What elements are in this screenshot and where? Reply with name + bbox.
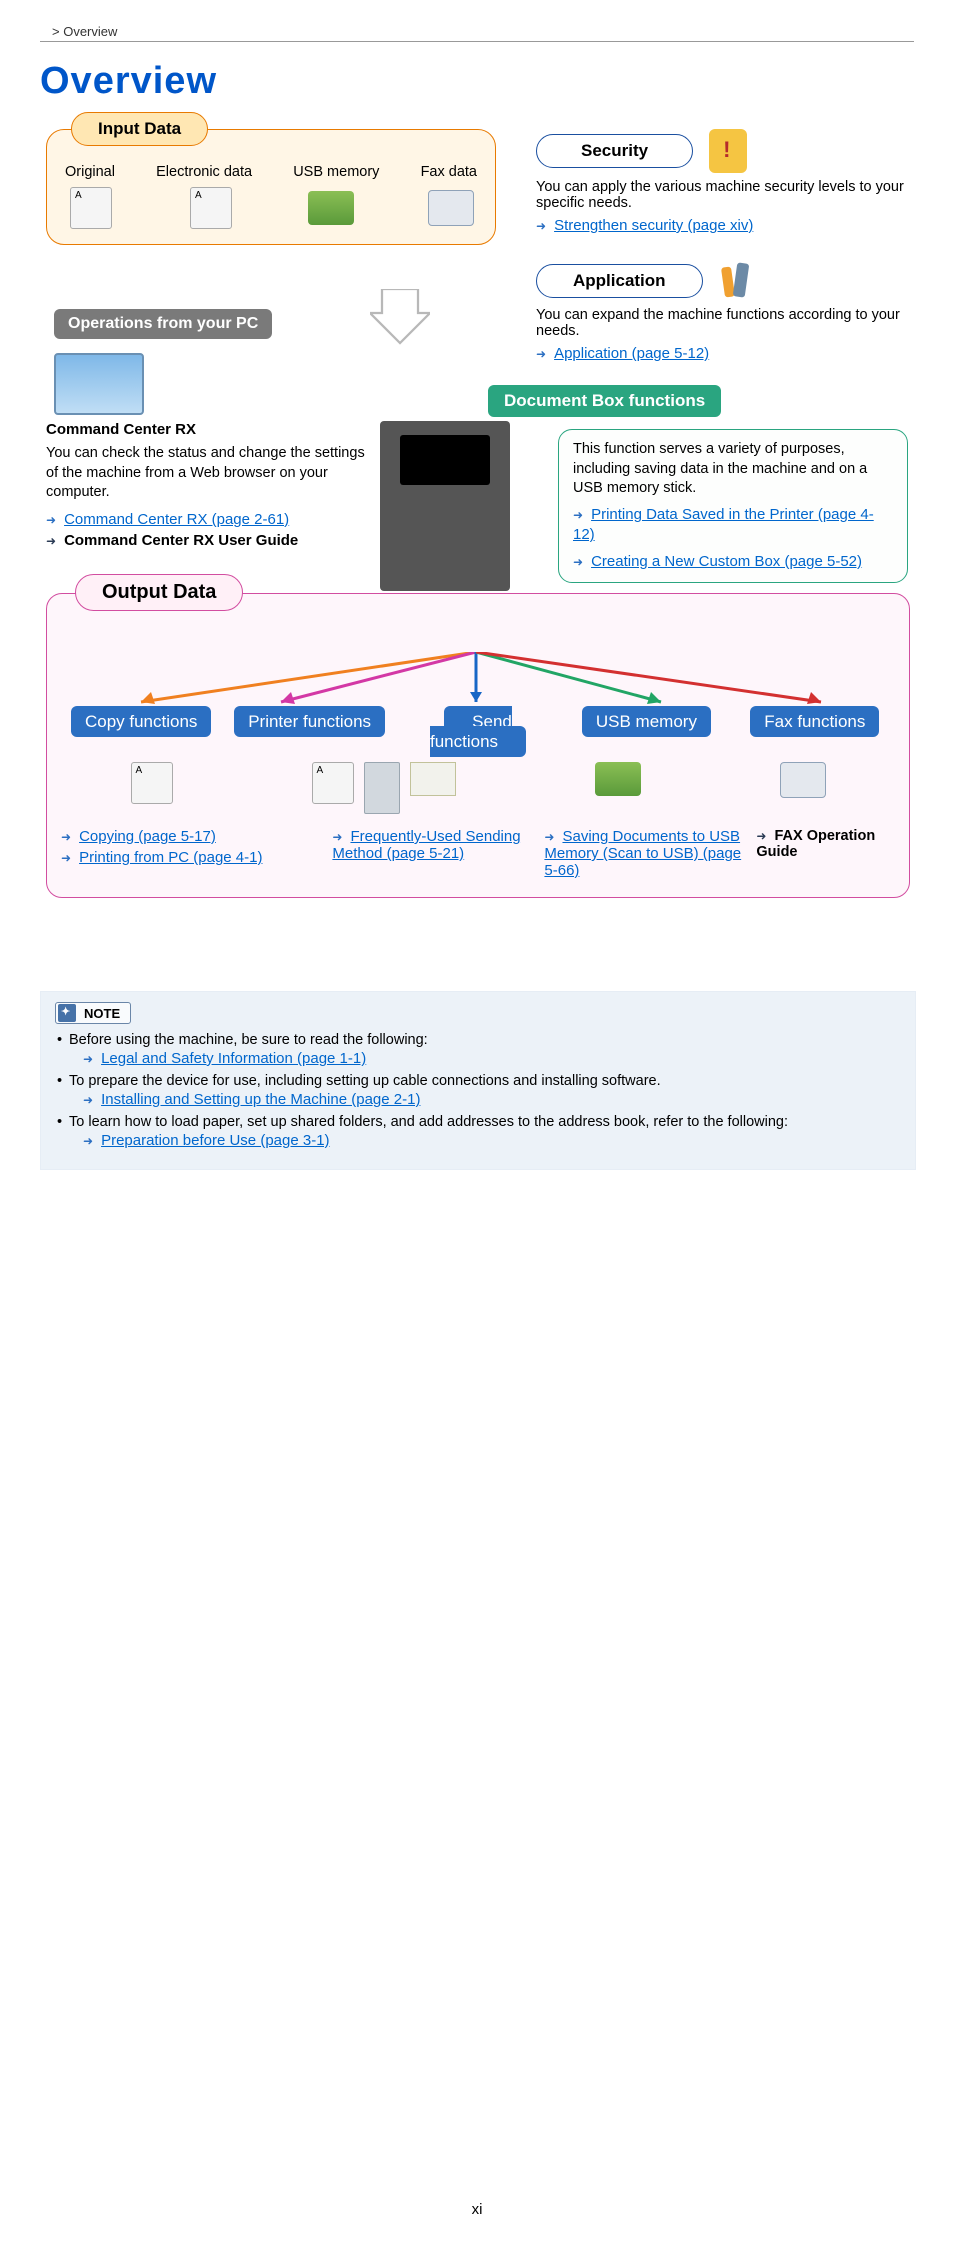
- input-col-electronic: Electronic data: [156, 164, 252, 180]
- note-icon: [58, 1004, 76, 1022]
- divider: [40, 41, 914, 42]
- note-link-install[interactable]: Installing and Setting up the Machine (p…: [101, 1091, 420, 1108]
- breadcrumb: > Overview: [40, 24, 914, 39]
- note-link-legal[interactable]: Legal and Safety Information (page 1-1): [101, 1050, 366, 1067]
- note-item-2: To prepare the device for use, including…: [69, 1073, 661, 1089]
- padlock-icon: [709, 129, 747, 173]
- input-col-fax: Fax data: [421, 164, 477, 180]
- note-block: NOTE Before using the machine, be sure t…: [40, 991, 916, 1170]
- out-fax-guide: FAX Operation Guide: [756, 828, 875, 860]
- command-center-group: Command Center RX You can check the stat…: [46, 421, 366, 553]
- mfp-machine-icon: [380, 421, 510, 591]
- monitor-icon: [54, 353, 144, 415]
- operations-pc-group: Operations from your PC: [54, 309, 272, 415]
- application-group: Application You can expand the machine f…: [536, 261, 906, 362]
- electronic-doc-icon: [190, 187, 232, 229]
- application-link[interactable]: Application (page 5-12): [554, 345, 709, 362]
- cc-title: Command Center RX: [46, 421, 366, 438]
- fax-icon: [428, 190, 474, 226]
- func-usb: USB memory: [582, 706, 711, 737]
- tools-icon: [719, 261, 751, 301]
- input-data-group: Input Data Original Electronic data USB …: [46, 129, 496, 245]
- application-desc: You can expand the machine functions acc…: [536, 307, 906, 339]
- note-label: NOTE: [84, 1006, 120, 1021]
- document-icon: [70, 187, 112, 229]
- note-link-prep[interactable]: Preparation before Use (page 3-1): [101, 1132, 329, 1149]
- note-item-3: To learn how to load paper, set up share…: [69, 1114, 788, 1130]
- cc-link-page[interactable]: Command Center RX (page 2-61): [64, 511, 289, 528]
- page-title: Overview: [40, 60, 914, 103]
- input-col-usb: USB memory: [293, 164, 379, 180]
- server-icon: [364, 762, 400, 814]
- docbox-desc: This function serves a variety of purpos…: [573, 440, 893, 499]
- out-link-usb[interactable]: Saving Documents to USB Memory (Scan to …: [544, 828, 741, 879]
- security-desc: You can apply the various machine securi…: [536, 179, 906, 211]
- input-col-original: Original: [65, 164, 115, 180]
- cc-desc: You can check the status and change the …: [46, 444, 366, 503]
- cc-user-guide: Command Center RX User Guide: [64, 532, 298, 549]
- mail-icon: [410, 762, 456, 796]
- application-heading: Application: [536, 264, 703, 298]
- security-group: Security You can apply the various machi…: [536, 129, 906, 234]
- security-link[interactable]: Strengthen security (page xiv): [554, 217, 753, 234]
- out-link-copying[interactable]: Copying (page 5-17): [79, 828, 216, 845]
- operations-pc-heading: Operations from your PC: [54, 309, 272, 339]
- page-number: xi: [40, 2201, 914, 2218]
- out-link-sending[interactable]: Frequently-Used Sending Method (page 5-2…: [332, 828, 520, 862]
- note-heading: NOTE: [55, 1002, 131, 1024]
- docbox-bubble: This function serves a variety of purpos…: [558, 429, 908, 583]
- security-heading: Security: [536, 134, 693, 168]
- usb-output-icon: [595, 762, 641, 796]
- out-link-printing[interactable]: Printing from PC (page 4-1): [79, 849, 262, 866]
- func-send: Send functions: [430, 706, 526, 757]
- docbox-link2[interactable]: Creating a New Custom Box (page 5-52): [591, 553, 862, 570]
- docbox-link1[interactable]: Printing Data Saved in the Printer (page…: [573, 506, 874, 544]
- func-fax: Fax functions: [750, 706, 879, 737]
- output-data-group: Output Data Copy functions Printer funct…: [46, 593, 910, 898]
- docbox-heading: Document Box functions: [488, 385, 721, 417]
- note-item-1: Before using the machine, be sure to rea…: [69, 1032, 428, 1048]
- arrow-down-icon: [370, 289, 430, 349]
- copy-output-icon: [131, 762, 173, 804]
- arrow-fan-icon: [61, 652, 891, 712]
- func-printer: Printer functions: [234, 706, 385, 737]
- input-data-heading: Input Data: [71, 112, 208, 146]
- func-copy: Copy functions: [71, 706, 211, 737]
- fax-output-icon: [780, 762, 826, 798]
- usb-memory-icon: [308, 191, 354, 225]
- send-doc-icon: [312, 762, 354, 804]
- output-heading: Output Data: [75, 574, 243, 611]
